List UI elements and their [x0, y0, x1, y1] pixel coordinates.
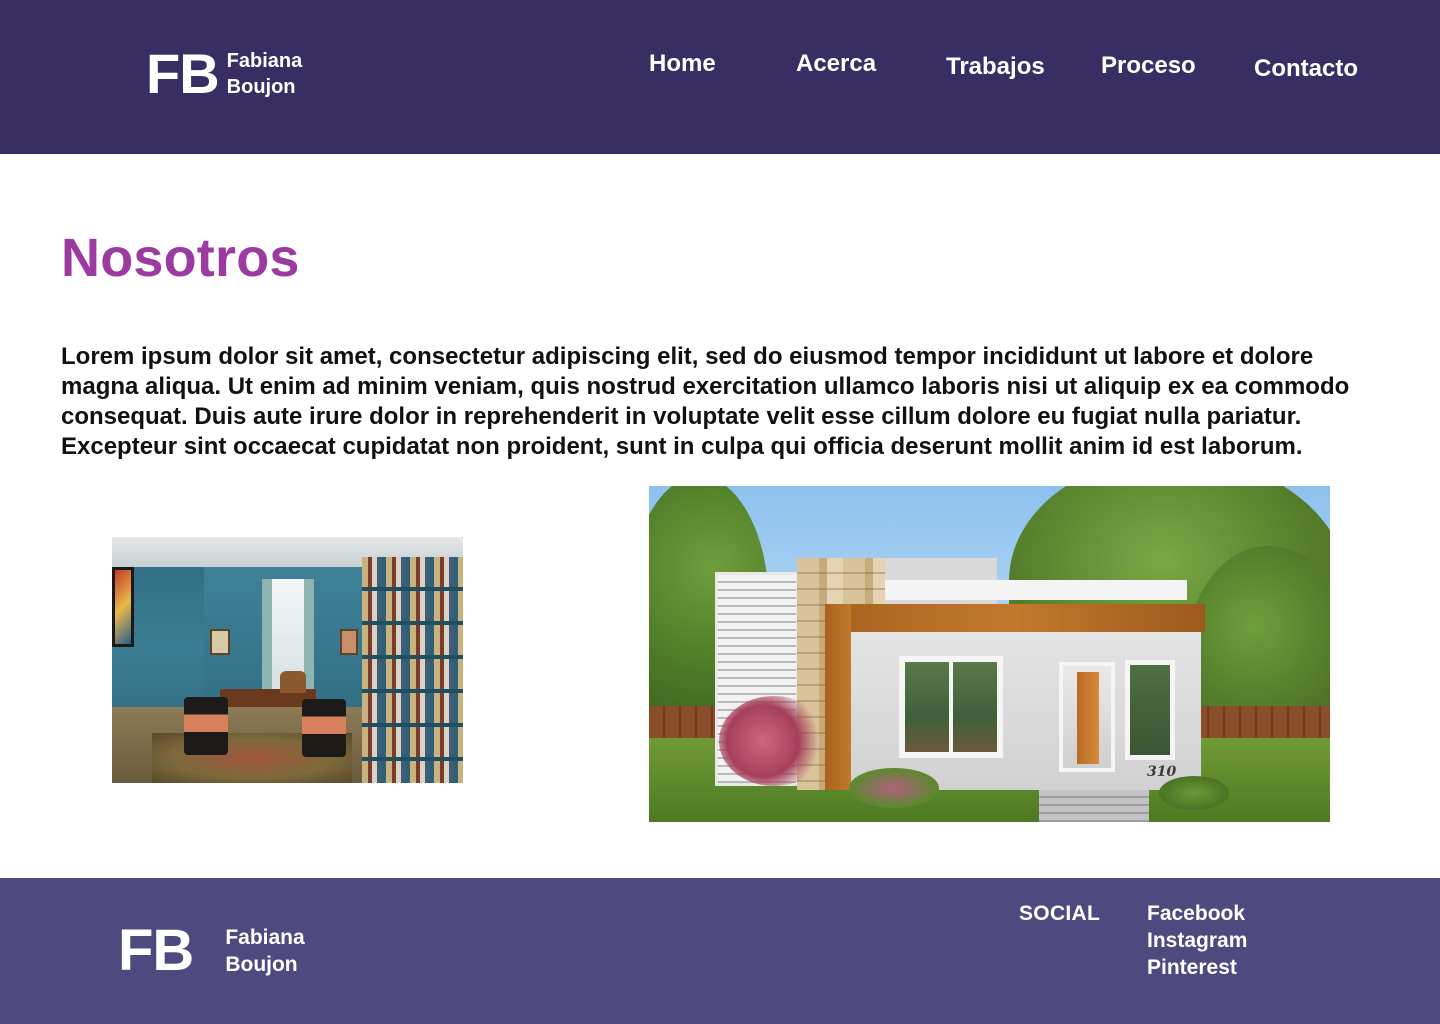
house-wood-post — [825, 604, 851, 790]
header-logo[interactable]: FB Fabiana Boujon — [146, 46, 302, 102]
footer-logo[interactable]: FB Fabiana Boujon — [118, 922, 305, 980]
site-header: FB Fabiana Boujon Home Acerca Trabajos P… — [0, 0, 1440, 154]
house-shrub — [1159, 776, 1229, 810]
logo-name-last: Boujon — [225, 953, 298, 976]
intro-paragraph: Lorem ipsum dolor sit amet, consectetur … — [61, 343, 1350, 460]
house-shrub — [849, 768, 939, 808]
study-bookshelf — [362, 557, 463, 783]
study-armchair-right — [302, 699, 346, 757]
study-picture-frame — [210, 629, 230, 655]
house-wood-band — [825, 604, 1205, 632]
house-window — [899, 656, 1003, 758]
house-side-window — [1125, 660, 1175, 760]
house-roof-slab — [885, 580, 1187, 600]
logo-mark: FB — [146, 42, 220, 105]
study-armchair-left — [184, 697, 228, 755]
site-footer: FB Fabiana Boujon SOCIAL Facebook Instag… — [0, 878, 1440, 1024]
house-number: 310 — [1147, 764, 1177, 780]
logo-mark: FB — [118, 918, 194, 983]
nav-proceso[interactable]: Proceso — [1101, 52, 1196, 80]
study-room-photo — [112, 537, 463, 783]
nav-contacto[interactable]: Contacto — [1254, 55, 1358, 83]
house-photo: 310 — [649, 486, 1330, 822]
nav-trabajos[interactable]: Trabajos — [946, 53, 1045, 81]
pinterest-link[interactable]: Pinterest — [1147, 954, 1247, 981]
house-flowering-shrub — [719, 696, 829, 786]
logo-name: Fabiana Boujon — [227, 48, 303, 100]
logo-name-last: Boujon — [226, 76, 296, 98]
logo-name-first: Fabiana — [225, 925, 305, 949]
study-wall-art — [112, 567, 134, 647]
nav-home[interactable]: Home — [649, 50, 716, 78]
social-heading: SOCIAL — [1019, 902, 1101, 925]
study-desk-chair — [280, 671, 306, 693]
logo-name-first: Fabiana — [226, 50, 303, 72]
page-title: Nosotros — [61, 228, 300, 288]
social-links: Facebook Instagram Pinterest — [1147, 900, 1247, 981]
house-steps — [1039, 790, 1149, 822]
logo-name: Fabiana Boujon — [225, 924, 304, 979]
facebook-link[interactable]: Facebook — [1147, 900, 1247, 927]
instagram-link[interactable]: Instagram — [1147, 927, 1247, 954]
nav-acerca[interactable]: Acerca — [796, 50, 876, 78]
house-door-panel — [1077, 672, 1099, 764]
study-picture-frame — [340, 629, 358, 655]
